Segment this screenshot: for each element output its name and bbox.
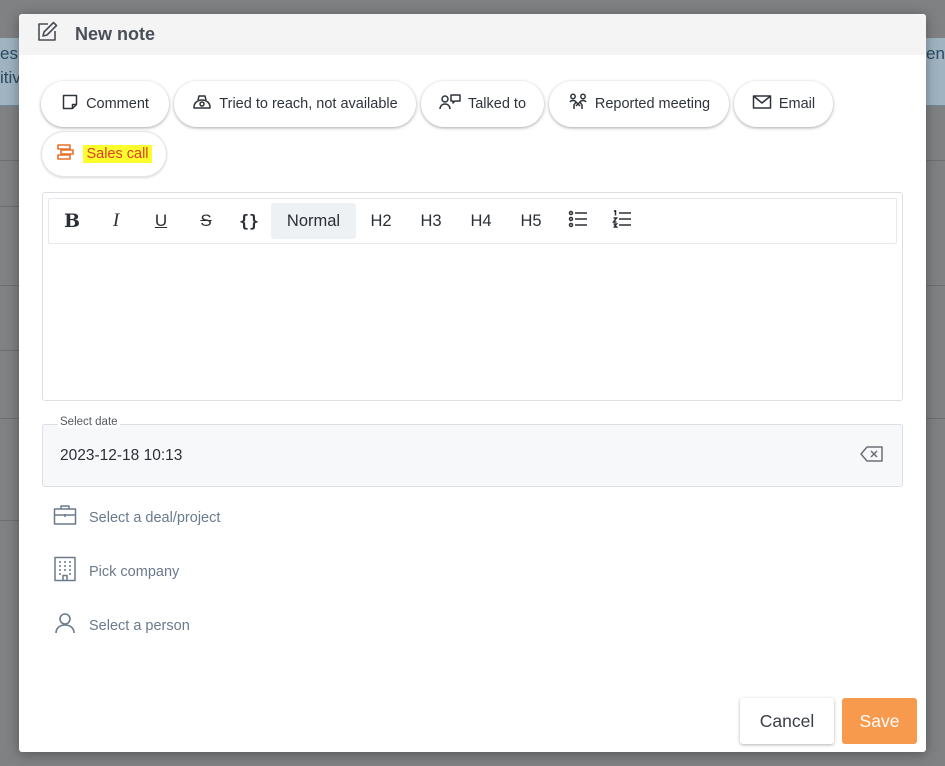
heading-3-button[interactable]: H3 — [406, 203, 456, 239]
heading-4-button[interactable]: H4 — [456, 203, 506, 239]
date-value: 2023-12-18 10:13 — [60, 447, 183, 464]
background-text: es — [0, 44, 18, 63]
editor-content-area[interactable] — [48, 249, 897, 395]
select-deal-label: Select a deal/project — [89, 509, 221, 526]
bullet-list-icon — [568, 210, 588, 233]
cancel-button[interactable]: Cancel — [740, 698, 834, 744]
underline-button[interactable]: U — [137, 203, 185, 239]
note-type-reported-meeting[interactable]: Reported meeting — [549, 81, 729, 127]
meeting-icon — [568, 93, 588, 115]
dialog-header: New note — [19, 14, 926, 55]
new-note-dialog: New note Comment Tried to reach, not ava… — [19, 14, 926, 752]
edit-note-icon — [35, 20, 59, 49]
chip-label: Tried to reach, not available — [219, 96, 398, 112]
numbered-list-icon — [612, 208, 632, 233]
editor-toolbar: B I U S {} Normal H2 H3 H4 H5 — [48, 198, 897, 244]
chip-label: Reported meeting — [594, 96, 711, 112]
sticky-note-icon — [61, 93, 79, 115]
sales-call-icon — [56, 143, 76, 165]
select-deal-project[interactable]: Select a deal/project — [53, 504, 220, 531]
envelope-icon — [752, 94, 772, 114]
background-divider — [0, 206, 19, 207]
pick-company[interactable]: Pick company — [53, 556, 179, 587]
save-button[interactable]: Save — [842, 698, 917, 744]
date-label: Select date — [58, 416, 120, 428]
chip-label: Comment — [86, 96, 149, 112]
building-icon — [53, 556, 77, 587]
chip-label: Sales call — [83, 145, 152, 163]
note-type-tried-to-reach[interactable]: Tried to reach, not available — [174, 81, 416, 127]
note-editor: B I U S {} Normal H2 H3 H4 H5 — [42, 192, 903, 401]
background-divider — [0, 350, 19, 351]
background-divider — [926, 285, 945, 286]
select-person-label: Select a person — [89, 617, 190, 634]
note-type-email[interactable]: Email — [734, 81, 833, 127]
note-type-sales-call[interactable]: Sales call — [41, 131, 167, 177]
background-divider — [0, 418, 19, 419]
chip-label: Email — [778, 96, 816, 112]
italic-button[interactable]: I — [95, 203, 137, 239]
person-chat-icon — [439, 93, 461, 115]
note-type-comment[interactable]: Comment — [41, 81, 169, 127]
heading-2-button[interactable]: H2 — [356, 203, 406, 239]
person-icon — [53, 611, 77, 640]
background-divider — [0, 520, 19, 521]
bullet-list-button[interactable] — [556, 203, 600, 239]
background-divider — [926, 160, 945, 161]
normal-text-button[interactable]: Normal — [271, 203, 356, 239]
chip-label: Talked to — [467, 96, 527, 112]
clear-date-icon[interactable] — [860, 445, 884, 468]
background-text: en — [926, 44, 945, 63]
select-person[interactable]: Select a person — [53, 611, 190, 640]
background-text: itiv — [0, 68, 19, 87]
background-divider — [926, 418, 945, 419]
background-divider — [0, 160, 19, 161]
briefcase-icon — [53, 504, 77, 531]
numbered-list-button[interactable] — [600, 203, 644, 239]
dialog-title: New note — [75, 24, 156, 44]
background-divider — [0, 285, 19, 286]
pick-company-label: Pick company — [89, 563, 180, 580]
note-type-talked-to[interactable]: Talked to — [421, 81, 544, 127]
date-field[interactable]: 2023-12-18 10:13 — [42, 424, 903, 487]
heading-5-button[interactable]: H5 — [506, 203, 556, 239]
code-button[interactable]: {} — [227, 203, 271, 239]
phone-missed-icon — [192, 93, 212, 115]
bold-button[interactable]: B — [49, 203, 95, 239]
strikethrough-button[interactable]: S — [185, 203, 227, 239]
